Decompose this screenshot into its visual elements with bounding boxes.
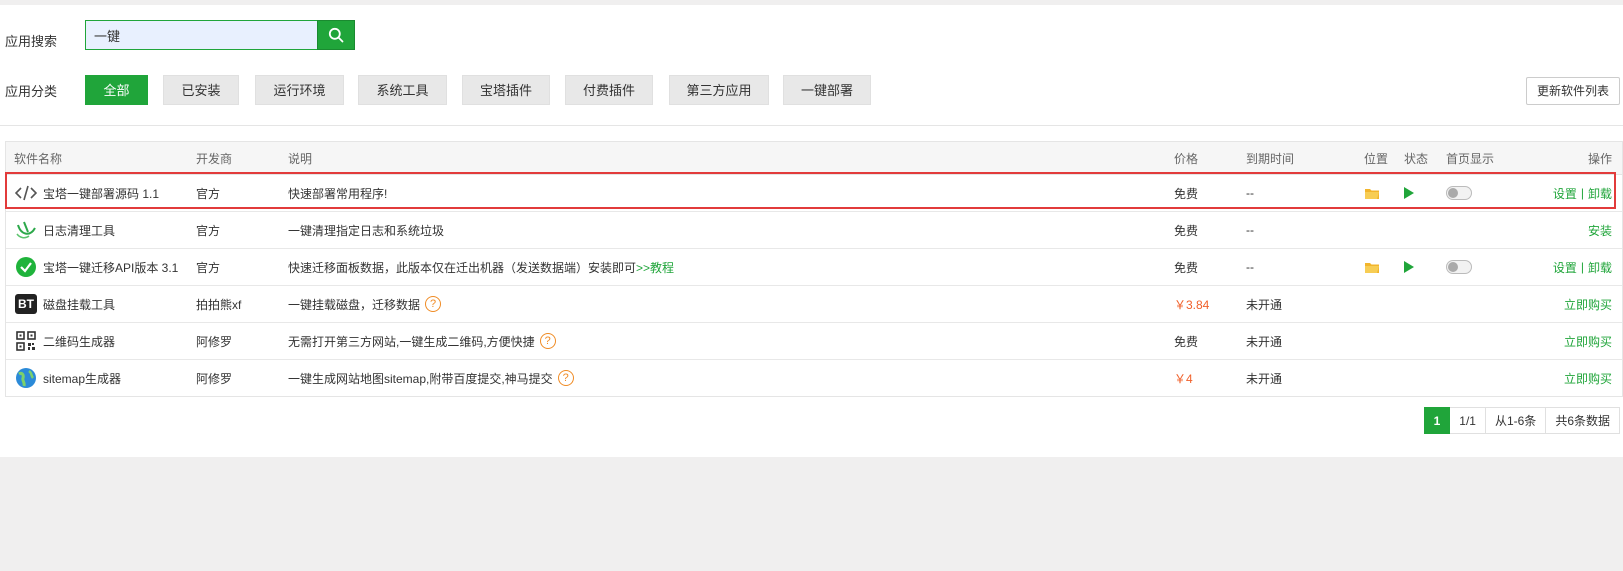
home-display-toggle[interactable] <box>1446 186 1472 200</box>
developer: 官方 <box>196 260 221 275</box>
developer: 官方 <box>196 186 221 201</box>
description: 一键挂载磁盘，迁移数据 <box>288 297 421 312</box>
update-software-list-button[interactable]: 更新软件列表 <box>1526 77 1620 105</box>
price: 免费 <box>1174 223 1199 238</box>
search-button[interactable] <box>317 20 355 50</box>
description: 一键清理指定日志和系统垃圾 <box>288 223 445 238</box>
help-icon[interactable]: ? <box>425 296 442 312</box>
software-name: 日志清理工具 <box>43 223 116 238</box>
folder-icon[interactable] <box>1364 261 1380 274</box>
software-name: 宝塔一键部署源码 1.1 <box>43 186 160 201</box>
pagination: 1 1/1 从1-6条 共6条数据 <box>1423 407 1620 434</box>
developer: 拍拍熊xf <box>196 297 242 312</box>
category-oneclick-button[interactable]: 一键部署 <box>783 75 871 105</box>
total-count: 共6条数据 <box>1546 407 1620 434</box>
price: 免费 <box>1174 186 1199 201</box>
uninstall-link[interactable]: 卸载 <box>1588 185 1612 202</box>
software-name: 宝塔一键迁移API版本 3.1 <box>43 260 179 275</box>
install-link[interactable]: 安装 <box>1588 222 1612 239</box>
qrcode-icon <box>14 329 38 353</box>
header-operation: 操作 <box>1587 151 1612 166</box>
category-thirdparty-button[interactable]: 第三方应用 <box>669 75 769 105</box>
category-paid-button[interactable]: 付费插件 <box>565 75 653 105</box>
broom-icon <box>14 218 38 242</box>
header-name: 软件名称 <box>14 151 63 166</box>
buy-now-link[interactable]: 立即购买 <box>1564 370 1612 387</box>
page-range: 从1-6条 <box>1485 407 1547 434</box>
header-status: 状态 <box>1404 151 1429 166</box>
software-name: sitemap生成器 <box>43 371 122 386</box>
header-position: 位置 <box>1364 151 1389 166</box>
play-icon[interactable] <box>1404 187 1414 199</box>
search-label: 应用搜索 <box>5 34 58 49</box>
table-row: BT 磁盘挂载工具 拍拍熊xf 一键挂载磁盘，迁移数据 ? ￥3.84 未开通 … <box>6 286 1622 323</box>
separator: | <box>1580 260 1584 274</box>
developer: 阿修罗 <box>196 334 233 349</box>
description: 快速迁移面板数据，此版本仅在迁出机器（发送数据端）安装即可 <box>288 260 637 275</box>
play-icon[interactable] <box>1404 261 1414 273</box>
software-table: 软件名称 开发商 说明 价格 到期时间 位置 状态 首页显示 操作 宝塔一键部署… <box>5 141 1623 397</box>
expire-time: 未开通 <box>1246 297 1283 312</box>
bt-logo-text: BT <box>15 294 37 314</box>
settings-link[interactable]: 设置 <box>1553 259 1577 276</box>
category-installed-button[interactable]: 已安装 <box>163 75 239 105</box>
expire-time: -- <box>1246 223 1254 237</box>
bt-logo-icon: BT <box>14 292 38 316</box>
divider <box>0 125 1623 126</box>
folder-icon[interactable] <box>1364 187 1380 200</box>
page-count: 1/1 <box>1450 407 1486 434</box>
table-row: 日志清理工具 官方 一键清理指定日志和系统垃圾 免费 -- 安装 <box>6 212 1622 249</box>
category-systools-button[interactable]: 系统工具 <box>358 75 447 105</box>
category-btplugins-button[interactable]: 宝塔插件 <box>462 75 550 105</box>
check-circle-icon <box>14 255 38 279</box>
table-header: 软件名称 开发商 说明 价格 到期时间 位置 状态 首页显示 操作 <box>6 142 1622 175</box>
expire-time: 未开通 <box>1246 371 1283 386</box>
category-runtime-button[interactable]: 运行环境 <box>255 75 344 105</box>
software-name: 磁盘挂载工具 <box>43 297 116 312</box>
table-row: 宝塔一键部署源码 1.1 官方 快速部署常用程序! 免费 -- 设置 | 卸载 <box>6 175 1622 212</box>
globe-icon <box>14 366 38 390</box>
expire-time: -- <box>1246 186 1254 200</box>
developer: 阿修罗 <box>196 371 233 386</box>
separator: | <box>1580 186 1584 200</box>
tutorial-link[interactable]: >>教程 <box>636 259 674 276</box>
home-display-toggle[interactable] <box>1446 260 1472 274</box>
price: ￥3.84 <box>1174 297 1210 312</box>
search-input[interactable] <box>85 20 326 50</box>
expire-time: -- <box>1246 260 1254 274</box>
description: 快速部署常用程序! <box>288 186 388 201</box>
header-expire: 到期时间 <box>1246 151 1295 166</box>
buy-now-link[interactable]: 立即购买 <box>1564 296 1612 313</box>
buy-now-link[interactable]: 立即购买 <box>1564 333 1612 350</box>
search-icon <box>328 27 344 43</box>
expire-time: 未开通 <box>1246 334 1283 349</box>
price: 免费 <box>1174 260 1199 275</box>
header-home: 首页显示 <box>1446 151 1495 166</box>
description: 无需打开第三方网站,一键生成二维码,方便快捷 <box>288 334 535 349</box>
help-icon[interactable]: ? <box>557 370 574 386</box>
category-all-button[interactable]: 全部 <box>85 75 148 105</box>
category-label: 应用分类 <box>5 84 58 99</box>
search-box <box>85 20 355 50</box>
developer: 官方 <box>196 223 221 238</box>
settings-link[interactable]: 设置 <box>1553 185 1577 202</box>
header-price: 价格 <box>1174 151 1199 166</box>
table-row: 二维码生成器 阿修罗 无需打开第三方网站,一键生成二维码,方便快捷 ? 免费 未… <box>6 323 1622 360</box>
price: 免费 <box>1174 334 1199 349</box>
price: ￥4 <box>1174 371 1193 386</box>
software-name: 二维码生成器 <box>43 334 116 349</box>
header-developer: 开发商 <box>196 151 233 166</box>
header-description: 说明 <box>288 151 313 166</box>
page-current[interactable]: 1 <box>1423 407 1451 434</box>
description: 一键生成网站地图sitemap,附带百度提交,神马提交 <box>288 371 553 386</box>
table-row: 宝塔一键迁移API版本 3.1 官方 快速迁移面板数据，此版本仅在迁出机器（发送… <box>6 249 1622 286</box>
code-icon <box>14 181 38 205</box>
uninstall-link[interactable]: 卸载 <box>1588 259 1612 276</box>
table-row: sitemap生成器 阿修罗 一键生成网站地图sitemap,附带百度提交,神马… <box>6 360 1622 396</box>
help-icon[interactable]: ? <box>539 333 556 349</box>
